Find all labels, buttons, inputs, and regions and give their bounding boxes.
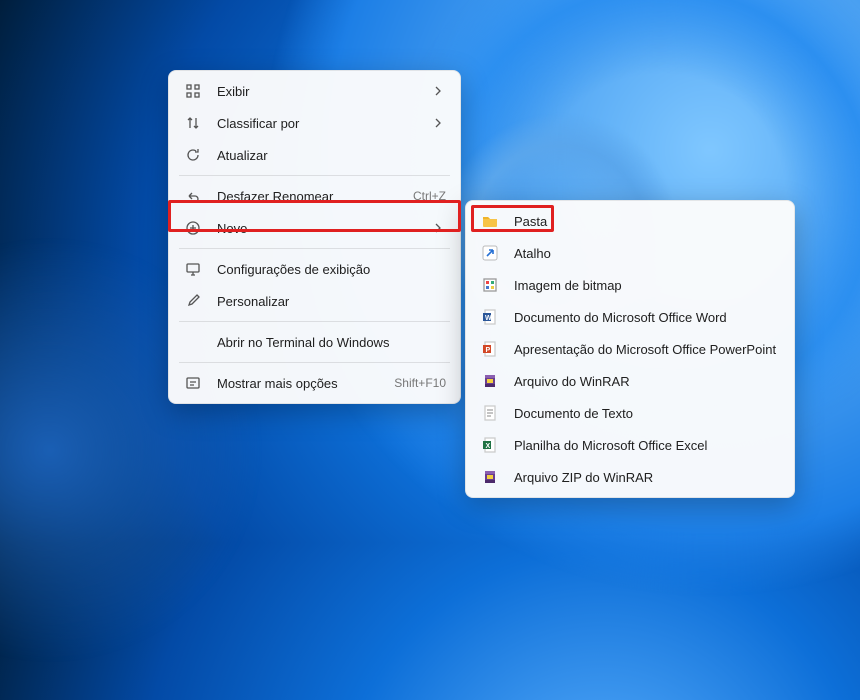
submenu-item-shortcut[interactable]: Atalho	[470, 237, 790, 269]
submenu-item-rar[interactable]: Arquivo do WinRAR	[470, 365, 790, 397]
excel-icon: X	[480, 435, 500, 455]
menu-divider	[179, 362, 450, 363]
text-icon	[480, 403, 500, 423]
menu-divider	[179, 248, 450, 249]
plus-circle-icon	[183, 218, 203, 238]
menu-label: Mostrar mais opções	[217, 376, 384, 391]
menu-label: Atualizar	[217, 148, 446, 163]
menu-label: Abrir no Terminal do Windows	[217, 335, 446, 350]
menu-label: Desfazer Renomear	[217, 189, 403, 204]
submenu-label: Apresentação do Microsoft Office PowerPo…	[514, 342, 780, 357]
menu-item-refresh[interactable]: Atualizar	[173, 139, 456, 171]
chevron-right-icon	[430, 86, 446, 96]
submenu-label: Documento do Microsoft Office Word	[514, 310, 780, 325]
submenu-item-excel[interactable]: X Planilha do Microsoft Office Excel	[470, 429, 790, 461]
sort-icon	[183, 113, 203, 133]
submenu-label: Pasta	[514, 214, 780, 229]
menu-label: Exibir	[217, 84, 430, 99]
menu-label: Novo	[217, 221, 430, 236]
submenu-label: Atalho	[514, 246, 780, 261]
menu-item-more-options[interactable]: Mostrar mais opções Shift+F10	[173, 367, 456, 399]
chevron-right-icon	[430, 223, 446, 233]
display-icon	[183, 259, 203, 279]
menu-item-view[interactable]: Exibir	[173, 75, 456, 107]
more-icon	[183, 373, 203, 393]
submenu-item-folder[interactable]: Pasta	[470, 205, 790, 237]
menu-label: Classificar por	[217, 116, 430, 131]
submenu-label: Documento de Texto	[514, 406, 780, 421]
rar-icon	[480, 371, 500, 391]
menu-shortcut: Shift+F10	[394, 376, 446, 390]
submenu-item-word[interactable]: W Documento do Microsoft Office Word	[470, 301, 790, 333]
undo-icon	[183, 186, 203, 206]
brush-icon	[183, 291, 203, 311]
zip-icon	[480, 467, 500, 487]
shortcut-icon	[480, 243, 500, 263]
menu-divider	[179, 175, 450, 176]
bitmap-icon	[480, 275, 500, 295]
refresh-icon	[183, 145, 203, 165]
menu-label: Configurações de exibição	[217, 262, 446, 277]
submenu-label: Imagem de bitmap	[514, 278, 780, 293]
submenu-item-zip[interactable]: Arquivo ZIP do WinRAR	[470, 461, 790, 493]
menu-shortcut: Ctrl+Z	[413, 189, 446, 203]
svg-text:W: W	[485, 315, 492, 322]
submenu-label: Planilha do Microsoft Office Excel	[514, 438, 780, 453]
submenu-item-text[interactable]: Documento de Texto	[470, 397, 790, 429]
new-submenu: Pasta Atalho Imagem de bitmap W Document…	[465, 200, 795, 498]
menu-label: Personalizar	[217, 294, 446, 309]
powerpoint-icon: P	[480, 339, 500, 359]
menu-item-undo-rename[interactable]: Desfazer Renomear Ctrl+Z	[173, 180, 456, 212]
svg-text:X: X	[486, 443, 491, 450]
menu-item-new[interactable]: Novo	[173, 212, 456, 244]
spacer-icon	[183, 332, 203, 352]
menu-item-personalize[interactable]: Personalizar	[173, 285, 456, 317]
submenu-label: Arquivo do WinRAR	[514, 374, 780, 389]
submenu-item-powerpoint[interactable]: P Apresentação do Microsoft Office Power…	[470, 333, 790, 365]
menu-divider	[179, 321, 450, 322]
folder-icon	[480, 211, 500, 231]
word-icon: W	[480, 307, 500, 327]
menu-item-sort[interactable]: Classificar por	[173, 107, 456, 139]
desktop-context-menu: Exibir Classificar por Atualizar Desfaze…	[168, 70, 461, 404]
svg-text:P: P	[486, 347, 491, 354]
submenu-label: Arquivo ZIP do WinRAR	[514, 470, 780, 485]
grid-icon	[183, 81, 203, 101]
chevron-right-icon	[430, 118, 446, 128]
menu-item-open-terminal[interactable]: Abrir no Terminal do Windows	[173, 326, 456, 358]
menu-item-display-settings[interactable]: Configurações de exibição	[173, 253, 456, 285]
submenu-item-bitmap[interactable]: Imagem de bitmap	[470, 269, 790, 301]
